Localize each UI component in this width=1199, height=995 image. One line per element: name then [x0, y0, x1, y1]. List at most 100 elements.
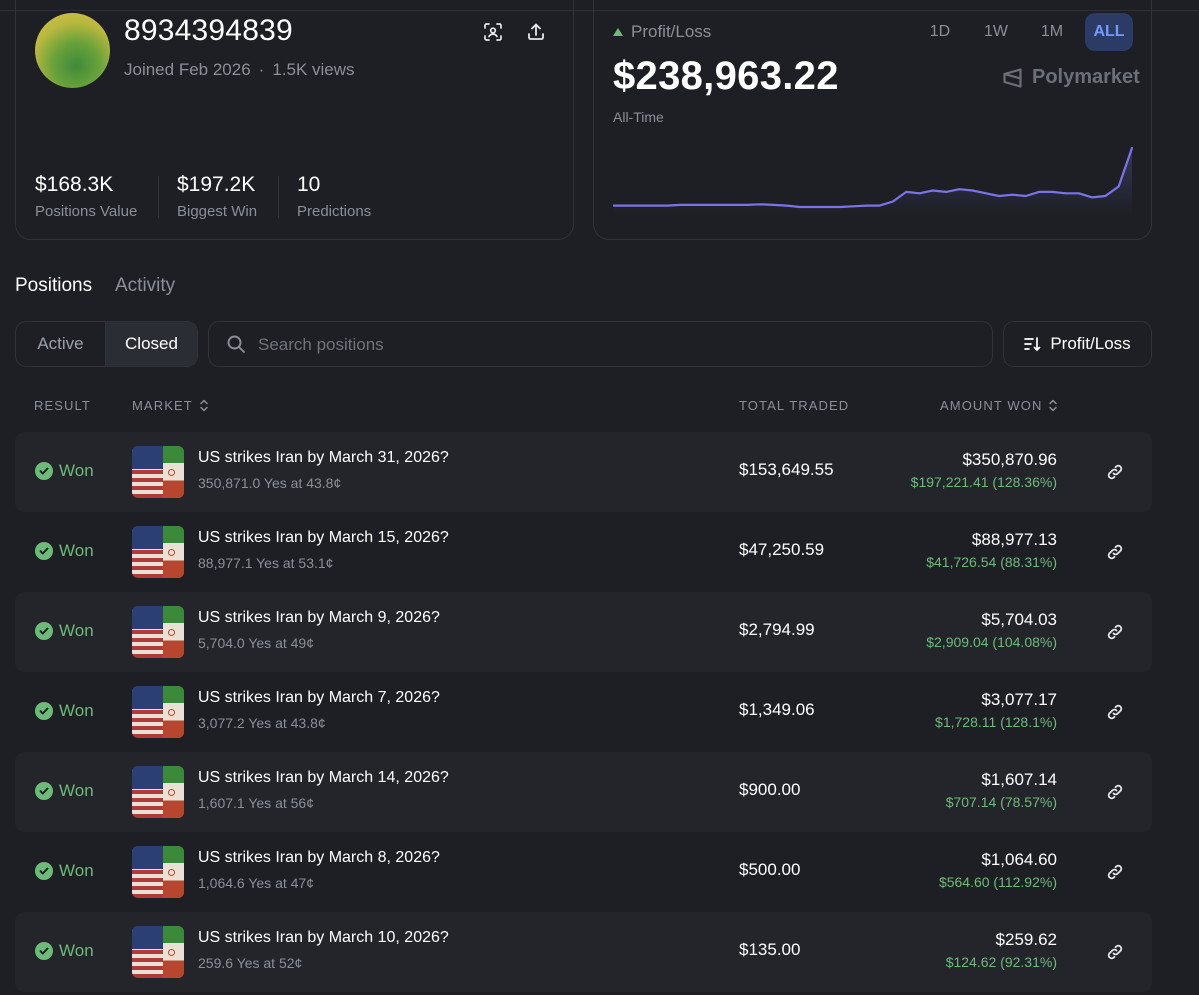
- col-header-market[interactable]: MARKET: [132, 398, 209, 413]
- result-cell: Won: [35, 941, 94, 961]
- meta-separator: ·: [258, 60, 265, 79]
- link-icon[interactable]: [1105, 942, 1125, 962]
- tab-activity[interactable]: Activity: [115, 275, 175, 297]
- profit-gain: $2,909.04 (104.08%): [926, 634, 1057, 650]
- amount-won-cell: $350,870.96 $197,221.41 (128.36%): [911, 450, 1057, 490]
- amount-won: $3,077.17: [981, 690, 1057, 709]
- us-flag-canton: [132, 526, 164, 550]
- up-triangle-icon: [613, 28, 623, 36]
- profit-gain: $707.14 (78.57%): [945, 794, 1057, 810]
- market-title[interactable]: US strikes Iran by March 14, 2026?: [198, 769, 449, 787]
- col-header-amount-won[interactable]: AMOUNT WON: [940, 398, 1058, 413]
- check-circle-icon: [35, 462, 53, 480]
- table-row[interactable]: Won US strikes Iran by March 14, 2026? 1…: [15, 752, 1152, 832]
- avatar[interactable]: [35, 13, 110, 88]
- range-1w-button[interactable]: 1W: [972, 13, 1020, 51]
- range-all-button[interactable]: ALL: [1085, 13, 1133, 51]
- amount-won-cell: $88,977.13 $41,726.54 (88.31%): [926, 530, 1057, 570]
- market-image[interactable]: [132, 766, 184, 818]
- check-circle-icon: [35, 542, 53, 560]
- pnl-period: All-Time: [613, 109, 664, 125]
- total-traded: $500.00: [739, 860, 801, 879]
- profit-gain: $124.62 (92.31%): [945, 954, 1057, 970]
- filter-active-button[interactable]: Active: [16, 322, 105, 366]
- sort-updown-icon: [1049, 399, 1058, 412]
- profit-gain: $197,221.41 (128.36%): [910, 474, 1057, 490]
- brand-name: Polymarket: [1032, 66, 1140, 88]
- status-toggle: Active Closed: [15, 321, 198, 367]
- link-icon[interactable]: [1105, 702, 1125, 722]
- market-position-detail: 3,077.2 Yes at 43.8¢: [198, 715, 326, 731]
- link-icon[interactable]: [1105, 462, 1125, 482]
- us-flag-canton: [132, 926, 164, 950]
- market-position-detail: 259.6 Yes at 52¢: [198, 955, 303, 971]
- market-title[interactable]: US strikes Iran by March 10, 2026?: [198, 929, 449, 947]
- amount-won: $88,977.13: [971, 530, 1057, 549]
- market-image[interactable]: [132, 446, 184, 498]
- result-cell: Won: [35, 861, 94, 881]
- joined-date: Joined Feb 2026: [124, 60, 251, 79]
- table-row[interactable]: Won US strikes Iran by March 10, 2026? 2…: [15, 912, 1152, 992]
- market-title[interactable]: US strikes Iran by March 31, 2026?: [198, 449, 449, 467]
- table-row[interactable]: Won US strikes Iran by March 15, 2026? 8…: [15, 512, 1152, 592]
- pnl-sparkline: [613, 146, 1133, 215]
- stat-value: $168.3K: [35, 173, 114, 196]
- total-traded: $900.00: [739, 780, 801, 799]
- result-cell: Won: [35, 541, 94, 561]
- sort-button[interactable]: Profit/Loss: [1003, 321, 1152, 367]
- market-title[interactable]: US strikes Iran by March 9, 2026?: [198, 609, 440, 627]
- profit-gain: $41,726.54 (88.31%): [926, 554, 1057, 570]
- us-flag-canton: [132, 846, 164, 870]
- stat-label: Positions Value: [35, 203, 138, 220]
- stat-divider: [158, 176, 159, 218]
- market-position-detail: 88,977.1 Yes at 53.1¢: [198, 555, 334, 571]
- market-position-detail: 350,871.0 Yes at 43.8¢: [198, 475, 342, 491]
- market-title[interactable]: US strikes Iran by March 8, 2026?: [198, 849, 440, 867]
- link-icon[interactable]: [1105, 782, 1125, 802]
- result-cell: Won: [35, 461, 94, 481]
- link-icon[interactable]: [1105, 542, 1125, 562]
- pnl-value: $238,963.22: [613, 54, 839, 98]
- pnl-label: Profit/Loss: [613, 22, 711, 42]
- stat-label: Biggest Win: [177, 203, 258, 220]
- result-cell: Won: [35, 701, 94, 721]
- market-image[interactable]: [132, 926, 184, 978]
- table-row[interactable]: Won US strikes Iran by March 9, 2026? 5,…: [15, 592, 1152, 672]
- table-row[interactable]: Won US strikes Iran by March 7, 2026? 3,…: [15, 672, 1152, 752]
- stat-predictions: 10 Predictions: [297, 173, 371, 220]
- us-flag-canton: [132, 446, 164, 470]
- link-icon[interactable]: [1105, 862, 1125, 882]
- result-cell: Won: [35, 781, 94, 801]
- market-title[interactable]: US strikes Iran by March 15, 2026?: [198, 529, 449, 547]
- check-circle-icon: [35, 622, 53, 640]
- market-image[interactable]: [132, 846, 184, 898]
- profit-gain: $564.60 (112.92%): [938, 874, 1057, 890]
- amount-won-cell: $3,077.17 $1,728.11 (128.1%): [935, 690, 1057, 730]
- check-circle-icon: [35, 702, 53, 720]
- search-input[interactable]: [256, 322, 980, 368]
- link-icon[interactable]: [1105, 622, 1125, 642]
- market-image[interactable]: [132, 606, 184, 658]
- share-icon[interactable]: [523, 19, 549, 45]
- table-row[interactable]: Won US strikes Iran by March 31, 2026? 3…: [15, 432, 1152, 512]
- table-row[interactable]: Won US strikes Iran by March 8, 2026? 1,…: [15, 832, 1152, 912]
- amount-won: $1,607.14: [981, 770, 1057, 789]
- amount-won: $5,704.03: [981, 610, 1057, 629]
- stat-divider: [278, 176, 279, 218]
- amount-won: $1,064.60: [981, 850, 1057, 869]
- amount-won-cell: $1,607.14 $707.14 (78.57%): [946, 770, 1057, 810]
- market-image[interactable]: [132, 526, 184, 578]
- check-circle-icon: [35, 782, 53, 800]
- tab-positions[interactable]: Positions: [15, 275, 92, 297]
- scan-icon[interactable]: [480, 19, 506, 45]
- market-image[interactable]: [132, 686, 184, 738]
- amount-won: $259.62: [995, 930, 1057, 949]
- market-position-detail: 1,607.1 Yes at 56¢: [198, 795, 314, 811]
- range-1d-button[interactable]: 1D: [916, 13, 964, 51]
- range-1m-button[interactable]: 1M: [1028, 13, 1076, 51]
- filter-closed-button[interactable]: Closed: [105, 322, 197, 366]
- result-label: Won: [59, 701, 94, 720]
- stat-value: $197.2K: [177, 173, 256, 196]
- market-title[interactable]: US strikes Iran by March 7, 2026?: [198, 689, 440, 707]
- profit-gain: $1,728.11 (128.1%): [935, 714, 1057, 730]
